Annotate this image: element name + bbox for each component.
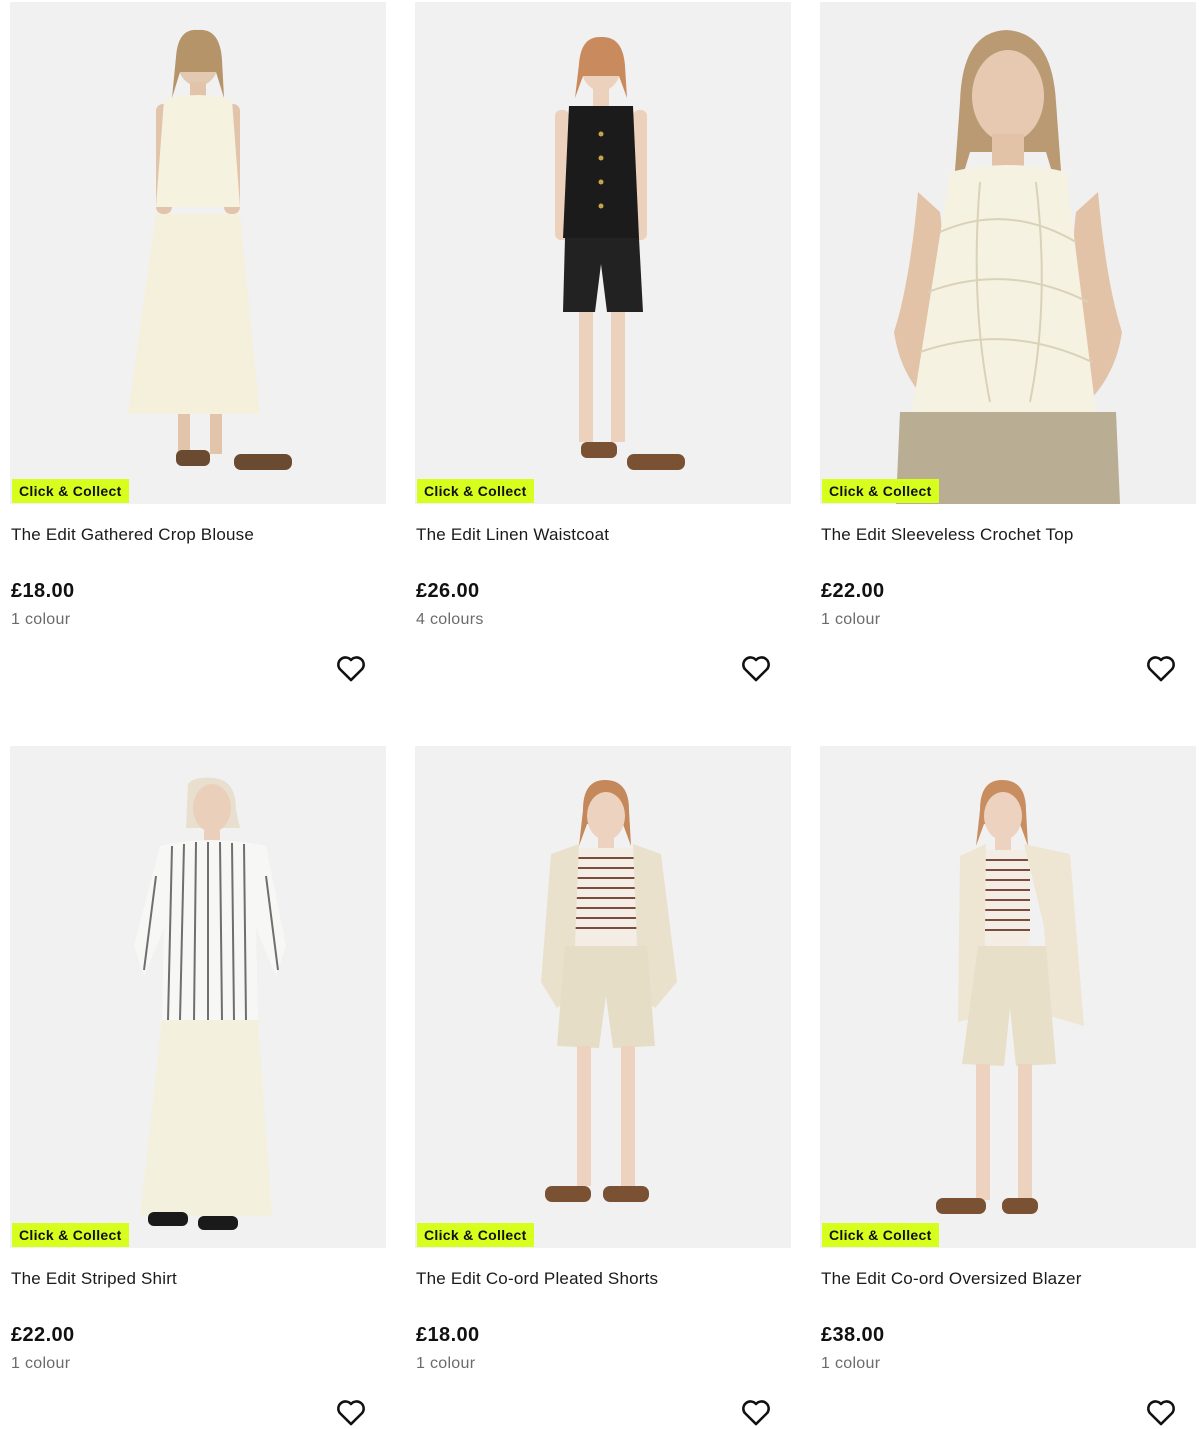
product-image[interactable]: Click & Collect: [415, 746, 791, 1248]
click-collect-badge: Click & Collect: [417, 1223, 534, 1247]
colour-count: 1 colour: [11, 611, 71, 628]
heart-outline-icon: [1147, 1400, 1175, 1426]
product-price: £22.00: [821, 580, 885, 602]
add-to-wishlist-button[interactable]: [739, 1395, 773, 1429]
product-price: £22.00: [11, 1324, 75, 1346]
product-title[interactable]: The Edit Linen Waistcoat: [416, 525, 786, 545]
add-to-wishlist-button[interactable]: [739, 651, 773, 685]
heart-outline-icon: [337, 1400, 365, 1426]
colour-count: 1 colour: [821, 1355, 881, 1372]
product-price: £26.00: [416, 580, 480, 602]
product-price: £18.00: [416, 1324, 480, 1346]
product-card: Click & Collect The Edit Co-ord Pleated …: [415, 746, 791, 1426]
heart-outline-icon: [1147, 656, 1175, 682]
product-title[interactable]: The Edit Co-ord Pleated Shorts: [416, 1269, 786, 1289]
product-card: Click & Collect The Edit Sleeveless Croc…: [820, 2, 1196, 682]
model-figure: [10, 746, 386, 1248]
product-title[interactable]: The Edit Co-ord Oversized Blazer: [821, 1269, 1191, 1289]
add-to-wishlist-button[interactable]: [334, 651, 368, 685]
click-collect-badge: Click & Collect: [822, 479, 939, 503]
colour-count: 1 colour: [821, 611, 881, 628]
product-card: Click & Collect The Edit Striped Shirt £…: [10, 746, 386, 1426]
add-to-wishlist-button[interactable]: [1144, 651, 1178, 685]
product-image[interactable]: Click & Collect: [820, 746, 1196, 1248]
add-to-wishlist-button[interactable]: [334, 1395, 368, 1429]
product-title[interactable]: The Edit Gathered Crop Blouse: [11, 525, 381, 545]
product-price: £38.00: [821, 1324, 885, 1346]
product-image[interactable]: Click & Collect: [10, 746, 386, 1248]
heart-outline-icon: [742, 1400, 770, 1426]
product-card: Click & Collect The Edit Linen Waistcoat…: [415, 2, 791, 682]
product-grid: Click & Collect The Edit Gathered Crop B…: [0, 0, 1200, 1429]
product-card: Click & Collect The Edit Co-ord Oversize…: [820, 746, 1196, 1426]
click-collect-badge: Click & Collect: [12, 479, 129, 503]
colour-count: 4 colours: [416, 611, 484, 628]
model-figure: [820, 2, 1196, 504]
colour-count: 1 colour: [416, 1355, 476, 1372]
product-card: Click & Collect The Edit Gathered Crop B…: [10, 2, 386, 682]
heart-outline-icon: [337, 656, 365, 682]
heart-outline-icon: [742, 656, 770, 682]
product-title[interactable]: The Edit Striped Shirt: [11, 1269, 381, 1289]
product-image[interactable]: Click & Collect: [415, 2, 791, 504]
add-to-wishlist-button[interactable]: [1144, 1395, 1178, 1429]
model-figure: [415, 2, 791, 504]
product-title[interactable]: The Edit Sleeveless Crochet Top: [821, 525, 1191, 545]
click-collect-badge: Click & Collect: [12, 1223, 129, 1247]
click-collect-badge: Click & Collect: [417, 479, 534, 503]
model-figure: [415, 746, 791, 1248]
product-price: £18.00: [11, 580, 75, 602]
colour-count: 1 colour: [11, 1355, 71, 1372]
model-figure: [820, 746, 1196, 1248]
click-collect-badge: Click & Collect: [822, 1223, 939, 1247]
product-image[interactable]: Click & Collect: [820, 2, 1196, 504]
model-figure: [10, 2, 386, 504]
product-image[interactable]: Click & Collect: [10, 2, 386, 504]
